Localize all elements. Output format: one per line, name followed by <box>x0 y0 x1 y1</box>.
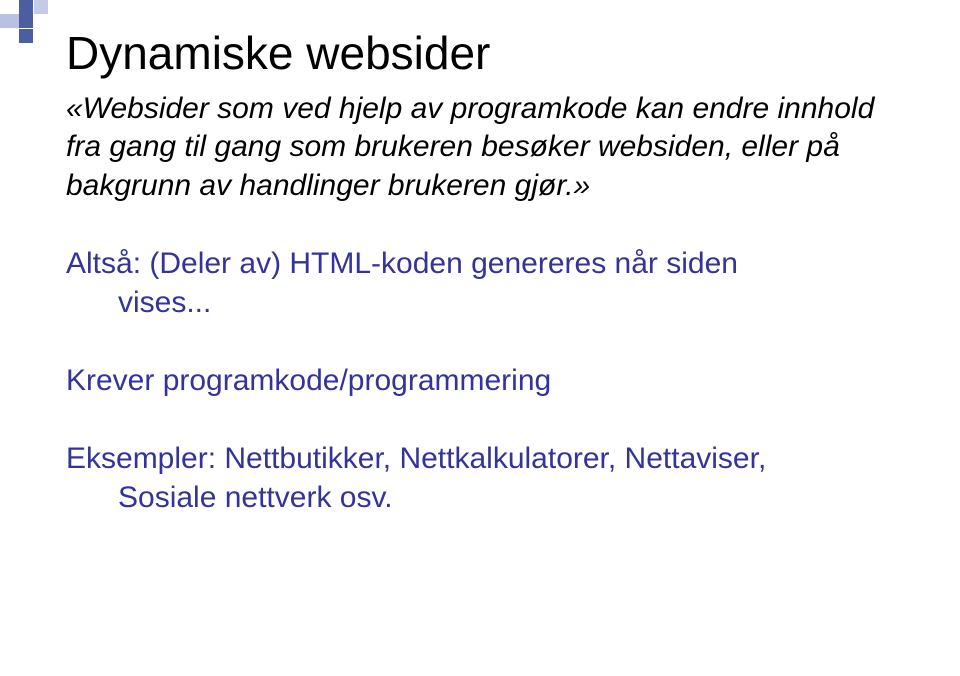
slide-logo <box>0 0 52 42</box>
examples-line-b: Sosiale nettverk osv. <box>66 479 894 517</box>
body-line-1a: Altså: (Deler av) HTML-koden genereres n… <box>66 247 738 280</box>
body-line-1: Altså: (Deler av) HTML-koden genereres n… <box>66 245 894 322</box>
examples-line-a: Eksempler: Nettbutikker, Nettkalkulatore… <box>66 442 766 475</box>
definition-quote: «Websider som ved hjelp av programkode k… <box>66 90 894 205</box>
slide-title: Dynamiske websider <box>66 26 894 80</box>
body-line-2: Krever programkode/programmering <box>66 362 894 400</box>
examples-line: Eksempler: Nettbutikker, Nettkalkulatore… <box>66 440 894 517</box>
slide-content: Dynamiske websider «Websider som ved hje… <box>0 0 960 517</box>
body-line-1b: vises... <box>66 284 894 322</box>
